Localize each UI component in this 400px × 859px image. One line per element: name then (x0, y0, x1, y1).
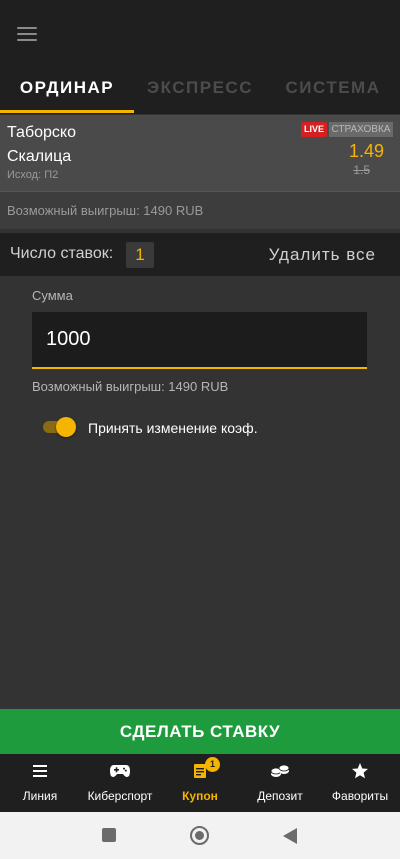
nav-label-esports: Киберспорт (87, 789, 153, 803)
bet-type-tabs: ОРДИНАР ЭКСПРЕСС СИСТЕМА (0, 68, 400, 114)
nav-item-esports[interactable]: Киберспорт (80, 754, 160, 812)
nav-label-favorites: Фавориты (331, 789, 389, 803)
delete-all-button[interactable]: Удалить все (269, 245, 376, 265)
sum-label: Сумма (32, 288, 73, 303)
live-badge: LIVE (301, 122, 327, 137)
tab-single[interactable]: ОРДИНАР (0, 68, 134, 114)
sum-input[interactable] (32, 312, 367, 369)
bottom-navigation: Линия Киберспорт 1 Купон Депозит Фаворит… (0, 754, 400, 812)
bet-slip-item[interactable]: Таборско Скалица Исход: П2 LIVE СТРАХОВК… (0, 115, 400, 191)
place-bet-button[interactable]: СДЕЛАТЬ СТАВКУ (0, 709, 400, 754)
home-icon[interactable] (189, 812, 211, 859)
hamburger-menu-icon[interactable] (14, 22, 42, 50)
nav-item-coupon[interactable]: 1 Купон (160, 754, 240, 812)
possible-win-row: Возможный выигрыш: 1490 RUB (0, 191, 400, 229)
star-icon (320, 762, 400, 784)
nav-item-line[interactable]: Линия (0, 754, 80, 812)
gamepad-icon (80, 762, 160, 784)
nav-item-favorites[interactable]: Фавориты (320, 754, 400, 812)
top-bar (0, 0, 400, 68)
active-tab-indicator (0, 110, 134, 113)
team-away: Скалица (7, 148, 72, 165)
accept-odds-change-label[interactable]: Принять изменение коэф. (88, 420, 258, 436)
nav-label-coupon: Купон (182, 789, 218, 803)
bets-count-label: Число ставок: (10, 245, 114, 262)
bet-outcome: Исход: П2 (7, 169, 59, 181)
list-icon (0, 762, 80, 784)
nav-item-deposit[interactable]: Депозит (240, 754, 320, 812)
insurance-button[interactable]: СТРАХОВКА (329, 122, 393, 137)
nav-label-deposit: Депозит (257, 789, 303, 803)
odds-previous: 1.5 (353, 163, 370, 177)
back-icon[interactable] (282, 812, 298, 859)
odds-current: 1.49 (348, 141, 384, 161)
team-home: Таборско (7, 124, 76, 141)
possible-win-text: Возможный выигрыш: 1490 RUB (7, 203, 204, 218)
nav-label-line: Линия (22, 789, 58, 803)
system-navigation-bar (0, 812, 400, 859)
bets-count-value: 1 (126, 242, 154, 268)
coins-icon (240, 762, 320, 784)
possible-win-summary: Возможный выигрыш: 1490 RUB (32, 379, 229, 394)
app-screen: ОРДИНАР ЭКСПРЕСС СИСТЕМА Таборско Скалиц… (0, 0, 400, 812)
toggle-thumb (56, 417, 76, 437)
tab-system[interactable]: СИСТЕМА (266, 68, 400, 114)
coupon-icon (160, 762, 240, 784)
coupon-count-badge: 1 (205, 757, 220, 772)
bets-count-bar: Число ставок: 1 Удалить все (0, 233, 400, 276)
recent-apps-icon[interactable] (101, 812, 117, 859)
tab-express[interactable]: ЭКСПРЕСС (134, 68, 266, 114)
accept-odds-change-toggle[interactable] (43, 417, 77, 437)
